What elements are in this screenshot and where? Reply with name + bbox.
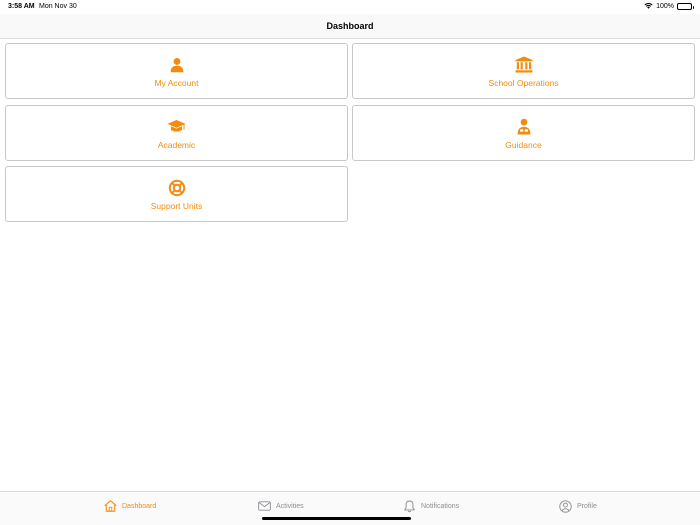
tab-notifications-label: Notifications	[421, 502, 460, 510]
tab-notifications[interactable]: Notifications	[403, 498, 459, 514]
academic-card[interactable]: Academic	[5, 105, 348, 161]
home-indicator[interactable]	[262, 517, 411, 520]
home-icon	[104, 500, 117, 513]
school-operations-label: School Operations	[488, 77, 559, 88]
school-operations-card[interactable]: School Operations	[352, 43, 695, 99]
battery-percent: 100%	[656, 3, 674, 10]
graduation-cap-icon	[167, 117, 187, 137]
envelope-icon	[258, 500, 271, 513]
wifi-icon	[644, 2, 653, 11]
bell-icon	[403, 500, 416, 513]
institution-icon	[514, 55, 534, 75]
guidance-label: Guidance	[505, 139, 542, 150]
tab-dashboard[interactable]: Dashboard	[104, 498, 156, 514]
academic-label: Academic	[157, 139, 196, 150]
support-units-label: Support Units	[150, 200, 203, 211]
status-right: 100%	[644, 2, 694, 11]
status-time: 3:58 AM	[8, 3, 35, 10]
page-title: Dashboard	[326, 21, 374, 31]
my-account-label: My Account	[154, 77, 199, 88]
status-bar: 3:58 AM Mon Nov 30 100%	[0, 0, 700, 14]
tab-dashboard-label: Dashboard	[122, 502, 157, 510]
tab-profile[interactable]: Profile	[559, 498, 597, 514]
dashboard-screen: 3:58 AM Mon Nov 30 100% Dashboard My Acc…	[0, 0, 700, 525]
tab-activities-label: Activities	[276, 502, 304, 510]
tab-activities[interactable]: Activities	[258, 498, 304, 514]
lifebuoy-icon	[167, 178, 187, 198]
counselor-icon	[514, 117, 534, 137]
status-date: Mon Nov 30	[39, 3, 77, 10]
battery-icon	[677, 3, 694, 10]
my-account-card[interactable]: My Account	[5, 43, 348, 99]
navigation-bar: Dashboard	[0, 14, 700, 39]
person-icon	[167, 55, 187, 75]
guidance-card[interactable]: Guidance	[352, 105, 695, 161]
support-units-card[interactable]: Support Units	[5, 166, 348, 222]
tab-profile-label: Profile	[577, 502, 597, 510]
user-circle-icon	[559, 499, 572, 513]
